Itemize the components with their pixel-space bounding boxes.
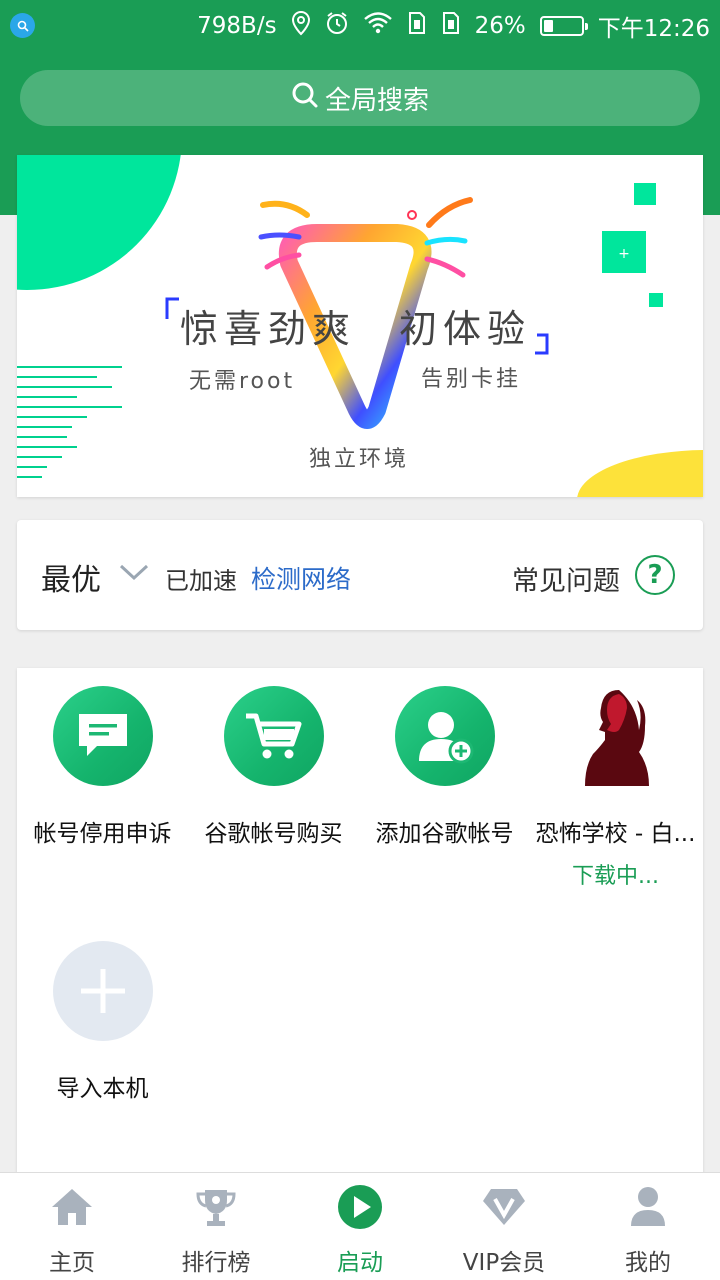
alarm-icon	[325, 11, 349, 41]
location-icon	[291, 10, 311, 42]
banner-tag-left: 无需root	[189, 369, 296, 394]
battery-percent: 26%	[474, 13, 526, 39]
network-mode[interactable]: 最优	[41, 555, 101, 599]
nav-mine[interactable]: 我的	[576, 1183, 720, 1277]
apps-grid: 帐号停用申诉 谷歌帐号购买 添加谷歌帐号 恐怖学校 - 白... 下载中... …	[17, 668, 703, 1188]
banner-tag-right: 告别卡挂	[421, 367, 522, 392]
nav-label: VIP会员	[462, 1250, 546, 1276]
chat-icon	[52, 686, 153, 786]
banner-headline-1: 惊喜劲爽	[180, 307, 357, 351]
network-speed: 798B/s	[197, 13, 277, 39]
nav-label: 排行榜	[181, 1250, 251, 1276]
app-notification-icon	[10, 13, 35, 38]
clock: 下午12:26	[597, 16, 710, 42]
banner-headline-2: 初体验	[399, 307, 532, 351]
app-item-account-appeal[interactable]: 帐号停用申诉	[17, 686, 188, 848]
home-icon	[0, 1183, 144, 1231]
search-icon	[291, 81, 319, 116]
global-search-bar[interactable]: 全局搜索	[20, 70, 700, 126]
battery-icon	[539, 16, 588, 36]
help-icon[interactable]: ?	[635, 555, 675, 595]
game-girl-icon	[565, 686, 666, 786]
app-item-horror-school[interactable]: 恐怖学校 - 白... 下载中...	[530, 686, 701, 890]
accel-status: 已加速	[165, 567, 237, 595]
chevron-down-icon[interactable]	[119, 564, 149, 586]
nav-vip[interactable]: VIP会员	[432, 1183, 576, 1277]
nav-launch[interactable]: 启动	[288, 1183, 432, 1277]
status-bar: 798B/s 26% 下午12:26	[0, 0, 720, 52]
vip-diamond-icon	[432, 1183, 576, 1231]
download-status: 下载中...	[572, 864, 659, 889]
app-label: 谷歌帐号购买	[204, 821, 343, 847]
banner-tag-bottom: 独立环境	[309, 447, 410, 472]
network-card: 最优 已加速 检测网络 常见问题 ?	[17, 520, 703, 630]
app-item-import-local[interactable]: 导入本机	[17, 941, 188, 1103]
app-label: 添加谷歌帐号	[375, 821, 514, 847]
nav-home[interactable]: 主页	[0, 1183, 144, 1277]
play-icon	[288, 1183, 432, 1231]
app-item-add-google-account[interactable]: 添加谷歌帐号	[359, 686, 530, 848]
person-icon	[576, 1183, 720, 1231]
nav-ranking[interactable]: 排行榜	[144, 1183, 288, 1277]
promo-banner[interactable]: + 惊喜劲爽 初体验 无需root 告别卡挂 独立环境	[17, 155, 703, 497]
app-label: 帐号停用申诉	[33, 821, 172, 847]
cart-icon	[223, 686, 324, 786]
bottom-nav: 主页 排行榜 启动 VIP会员 我的	[0, 1172, 720, 1280]
nav-label: 主页	[49, 1250, 95, 1276]
app-item-google-account-buy[interactable]: 谷歌帐号购买	[188, 686, 359, 848]
plus-icon	[52, 941, 153, 1041]
trophy-icon	[144, 1183, 288, 1231]
detect-network-link[interactable]: 检测网络	[251, 560, 351, 596]
nav-label: 我的	[625, 1250, 671, 1276]
nav-label: 启动	[337, 1250, 383, 1276]
search-label: 全局搜索	[324, 85, 429, 116]
add-user-icon	[394, 686, 495, 786]
faq-link[interactable]: 常见问题	[512, 559, 620, 598]
app-label: 导入本机	[56, 1076, 149, 1102]
wifi-icon	[363, 11, 393, 41]
sim2-icon	[441, 11, 461, 41]
app-label: 恐怖学校 - 白...	[535, 821, 696, 847]
sim1-icon	[407, 11, 427, 41]
svg-text:+: +	[618, 246, 630, 262]
